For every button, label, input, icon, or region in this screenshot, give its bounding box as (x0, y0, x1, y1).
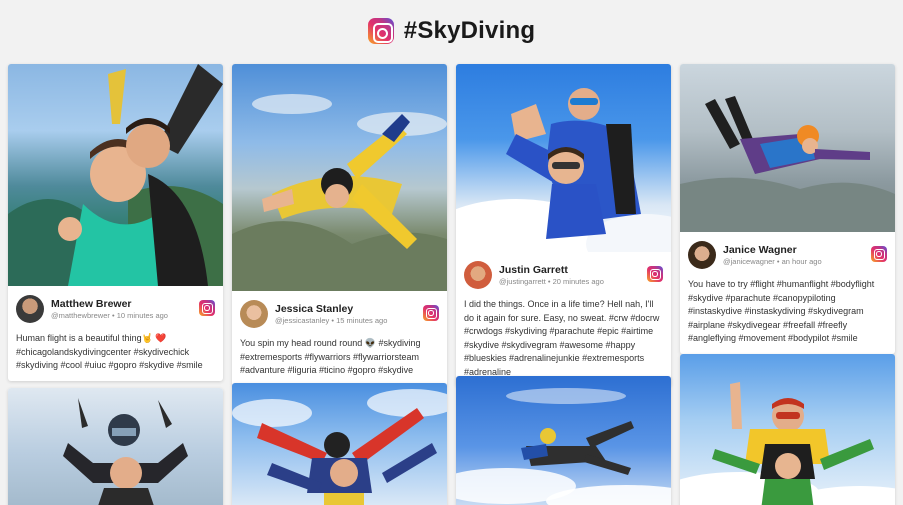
skydivers-photo (680, 382, 895, 505)
post-caption: Human flight is a beautiful thing🤘 ❤️#ch… (16, 333, 203, 370)
post-card[interactable] (456, 376, 671, 505)
post-caption: You spin my head round round 👽 #skydivin… (240, 338, 421, 375)
avatar[interactable] (464, 261, 492, 289)
post-photo[interactable] (232, 64, 447, 291)
post-photo[interactable] (680, 64, 895, 232)
post-photo[interactable] (456, 64, 671, 252)
post-photo[interactable] (456, 376, 671, 505)
author-name[interactable]: Jessica Stanley (275, 303, 387, 315)
skydiver-photo (680, 96, 895, 232)
author-handle-time: @matthewbrewer • 10 minutes ago (51, 310, 168, 320)
post-author[interactable]: Matthew Brewer @matthewbrewer • 10 minut… (16, 292, 215, 326)
post-photo[interactable] (8, 388, 223, 505)
author-name[interactable]: Justin Garrett (499, 264, 604, 276)
post-card[interactable]: Matthew Brewer @matthewbrewer • 10 minut… (8, 64, 223, 381)
instagram-icon (367, 18, 394, 44)
post-photo[interactable] (232, 383, 447, 505)
post-card[interactable] (680, 354, 895, 505)
post-card[interactable]: Justin Garrett @justingarrett • 20 minut… (456, 64, 671, 387)
post-card[interactable] (8, 388, 223, 505)
post-author[interactable]: Justin Garrett @justingarrett • 20 minut… (464, 258, 663, 292)
skydiver-photo (232, 94, 447, 291)
author-name[interactable]: Matthew Brewer (51, 298, 168, 310)
post-card[interactable]: Janice Wagner @janicewagner • an hour ag… (680, 64, 895, 354)
post-author[interactable]: Janice Wagner @janicewagner • an hour ag… (688, 238, 887, 272)
instagram-icon[interactable] (423, 305, 439, 321)
post-author[interactable]: Jessica Stanley @jessicastanley • 15 min… (240, 297, 439, 331)
skydivers-photo (63, 398, 188, 505)
avatar[interactable] (16, 295, 44, 323)
post-card[interactable] (232, 383, 447, 505)
skydivers-photo (8, 64, 223, 286)
post-caption: You have to try #flight #humanflight #bo… (688, 279, 875, 343)
skydivers-photo (232, 389, 447, 505)
page-header: #SkyDiving (0, 0, 903, 62)
skydiver-photo (456, 388, 671, 505)
instagram-icon[interactable] (199, 300, 215, 316)
instagram-icon[interactable] (871, 246, 887, 262)
post-card[interactable]: Jessica Stanley @jessicastanley • 15 min… (232, 64, 447, 386)
author-handle-time: @justingarrett • 20 minutes ago (499, 276, 604, 286)
avatar[interactable] (688, 241, 716, 269)
post-photo[interactable] (8, 64, 223, 286)
author-name[interactable]: Janice Wagner (723, 244, 822, 256)
page-title: #SkyDiving (403, 17, 536, 44)
avatar[interactable] (240, 300, 268, 328)
instagram-icon[interactable] (647, 266, 663, 282)
author-handle-time: @jessicastanley • 15 minutes ago (275, 315, 388, 325)
skydivers-photo (456, 88, 671, 252)
post-photo[interactable] (680, 354, 895, 505)
post-caption: I did the things. Once in a life time? H… (464, 299, 660, 377)
author-handle-time: @janicewagner • an hour ago (723, 256, 822, 266)
